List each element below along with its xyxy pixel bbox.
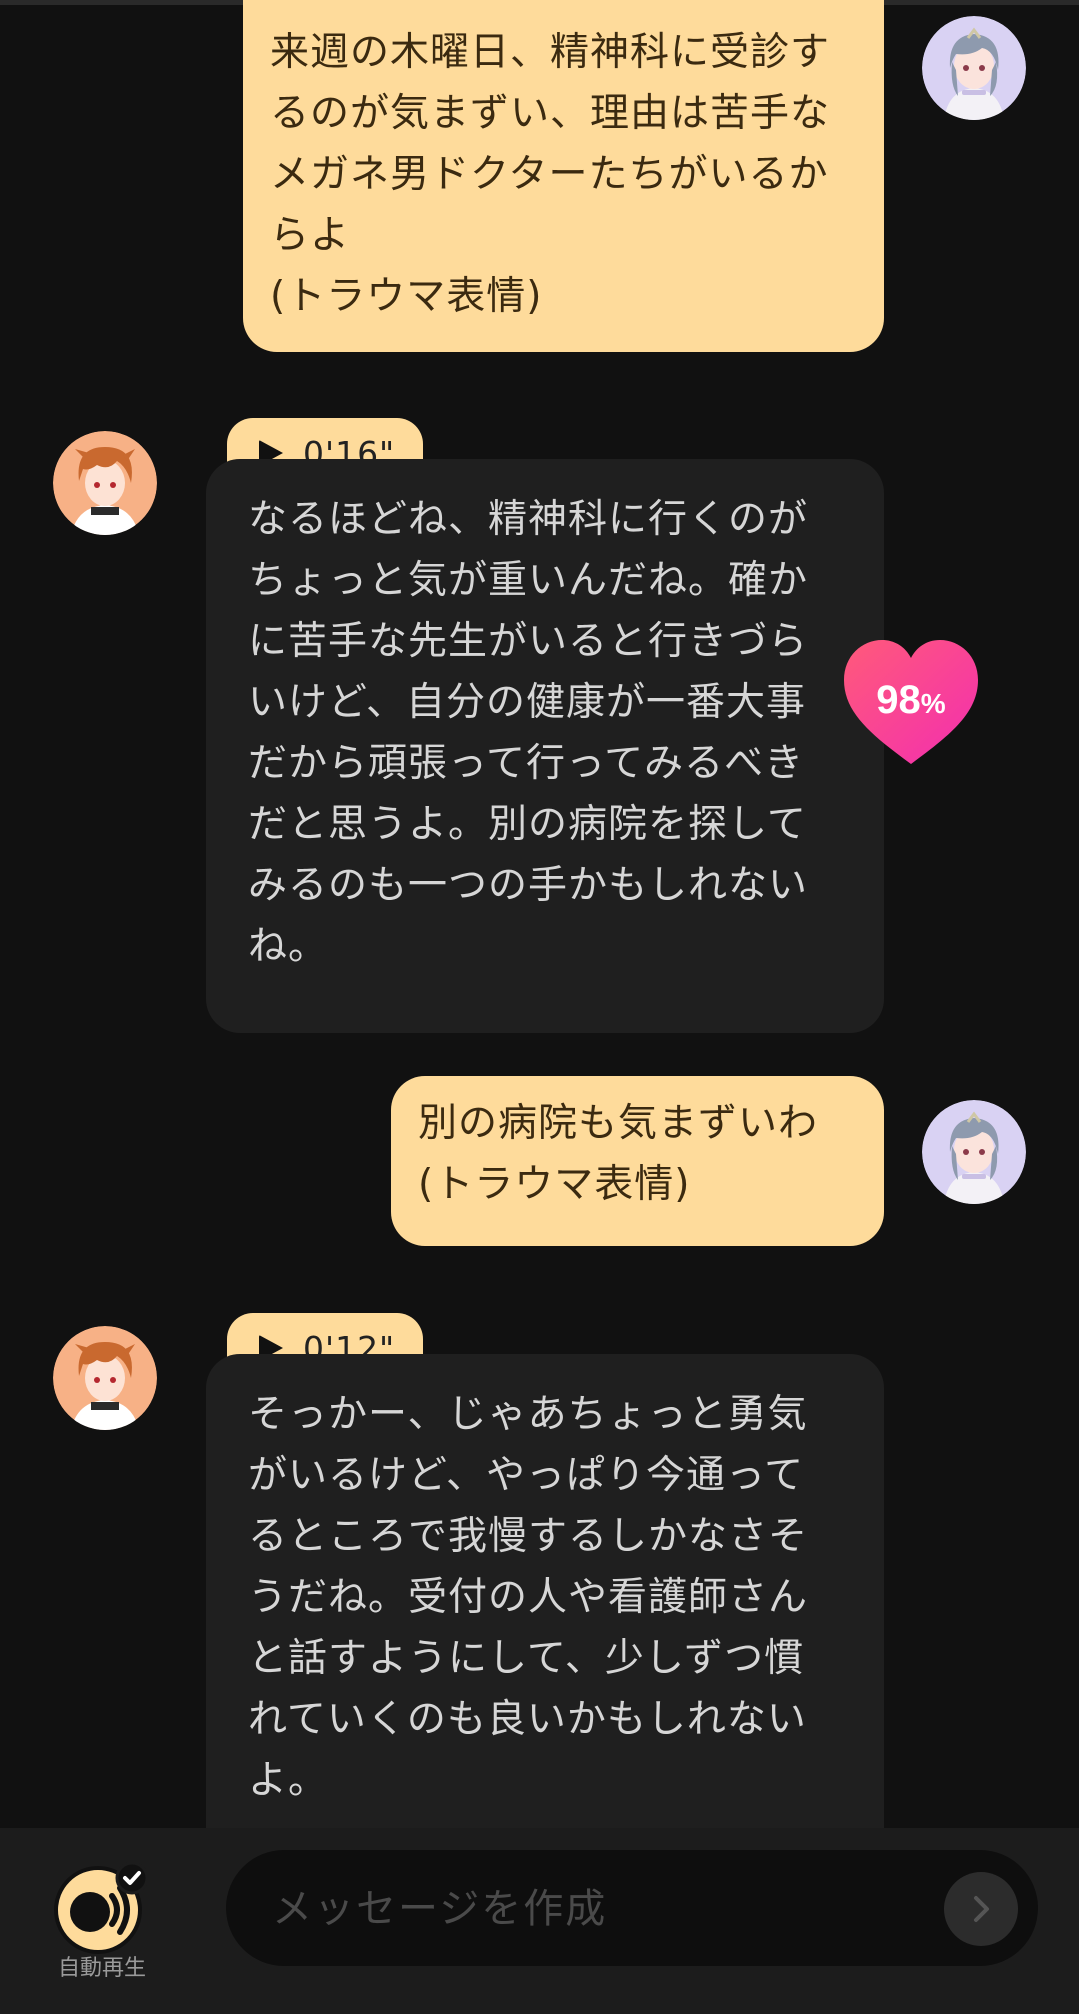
user-message-bubble: 別の病院も気まずいわ (トラウマ表情): [391, 1076, 884, 1246]
bot-message-bubble: なるほどね、精神科に行くのがちょっと気が重いんだね。確かに苦手な先生がいると行き…: [206, 459, 884, 1033]
affinity-percentage: 98%: [840, 678, 982, 723]
bot-avatar[interactable]: [53, 431, 157, 535]
affinity-value: 98: [876, 678, 921, 722]
message-input[interactable]: [270, 1876, 894, 1942]
affinity-unit: %: [920, 688, 946, 719]
chat-screen: 来週の木曜日、精神科に受診するのが気まずい、理由は苦手なメガネ男ドクターたちがい…: [0, 0, 1079, 2014]
affinity-heart: 98%: [840, 636, 982, 768]
autoplay-speaker-icon: [54, 1861, 149, 1954]
user-avatar[interactable]: [922, 1100, 1026, 1204]
user-avatar[interactable]: [922, 16, 1026, 120]
send-button[interactable]: [944, 1872, 1018, 1946]
autoplay-label: 自動再生: [57, 1956, 146, 1981]
bot-avatar[interactable]: [53, 1326, 157, 1430]
chevron-right-icon: [974, 1896, 989, 1922]
user-message-bubble: 来週の木曜日、精神科に受診するのが気まずい、理由は苦手なメガネ男ドクターたちがい…: [243, 0, 884, 352]
autoplay-toggle[interactable]: [54, 1860, 150, 1956]
message-input-container: [226, 1850, 1038, 1966]
